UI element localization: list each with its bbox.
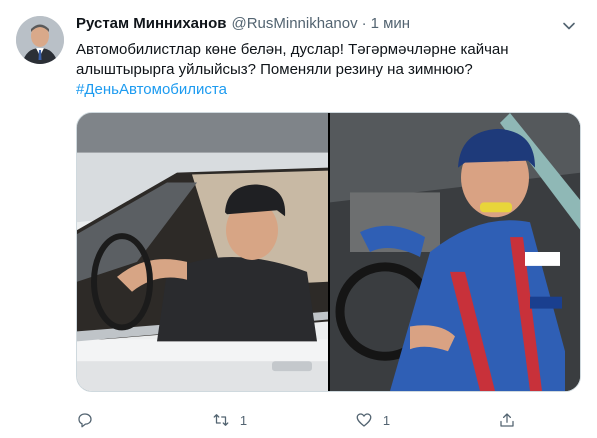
media-grid bbox=[76, 112, 581, 392]
action-bar: 1 1 bbox=[76, 408, 516, 432]
author-name[interactable]: Рустам Минниханов bbox=[76, 15, 226, 32]
retweet-count: 1 bbox=[239, 412, 248, 428]
avatar-photo bbox=[16, 16, 64, 64]
tweet-text: Автомобилистлар көне белән, дуслар! Тәгә… bbox=[76, 40, 581, 100]
retweet-icon bbox=[213, 414, 229, 426]
author-handle[interactable]: @RusMinnikhanov bbox=[231, 15, 357, 32]
heart-icon bbox=[356, 413, 372, 427]
reply-icon bbox=[78, 413, 92, 428]
reply-button[interactable] bbox=[76, 408, 104, 432]
tweet-text-line-2: алыштырырга уйлыйсыз? Поменяли резину на… bbox=[76, 61, 473, 78]
like-button[interactable]: 1 bbox=[355, 408, 390, 432]
photo-race-driver[interactable] bbox=[330, 113, 581, 391]
like-count: 1 bbox=[382, 412, 391, 428]
tweet-header: Рустам Минниханов @RusMinnikhanov · 1 ми… bbox=[76, 15, 410, 37]
timestamp[interactable]: 1 мин bbox=[371, 15, 411, 32]
hashtag-link[interactable]: #ДеньАвтомобилиста bbox=[76, 80, 581, 100]
chevron-down-icon bbox=[563, 22, 575, 30]
retweet-button[interactable]: 1 bbox=[212, 408, 247, 432]
avatar[interactable] bbox=[16, 16, 64, 64]
share-icon bbox=[500, 413, 514, 427]
tweet[interactable]: Рустам Минниханов @RusMinnikhanov · 1 ми… bbox=[0, 0, 597, 438]
more-menu-button[interactable] bbox=[559, 16, 579, 36]
separator-dot: · bbox=[361, 15, 367, 32]
tweet-text-line-1: Автомобилистлар көне белән, дуслар! Тәгә… bbox=[76, 41, 509, 58]
share-button[interactable] bbox=[498, 408, 516, 432]
photo-car-driver[interactable] bbox=[77, 113, 328, 391]
